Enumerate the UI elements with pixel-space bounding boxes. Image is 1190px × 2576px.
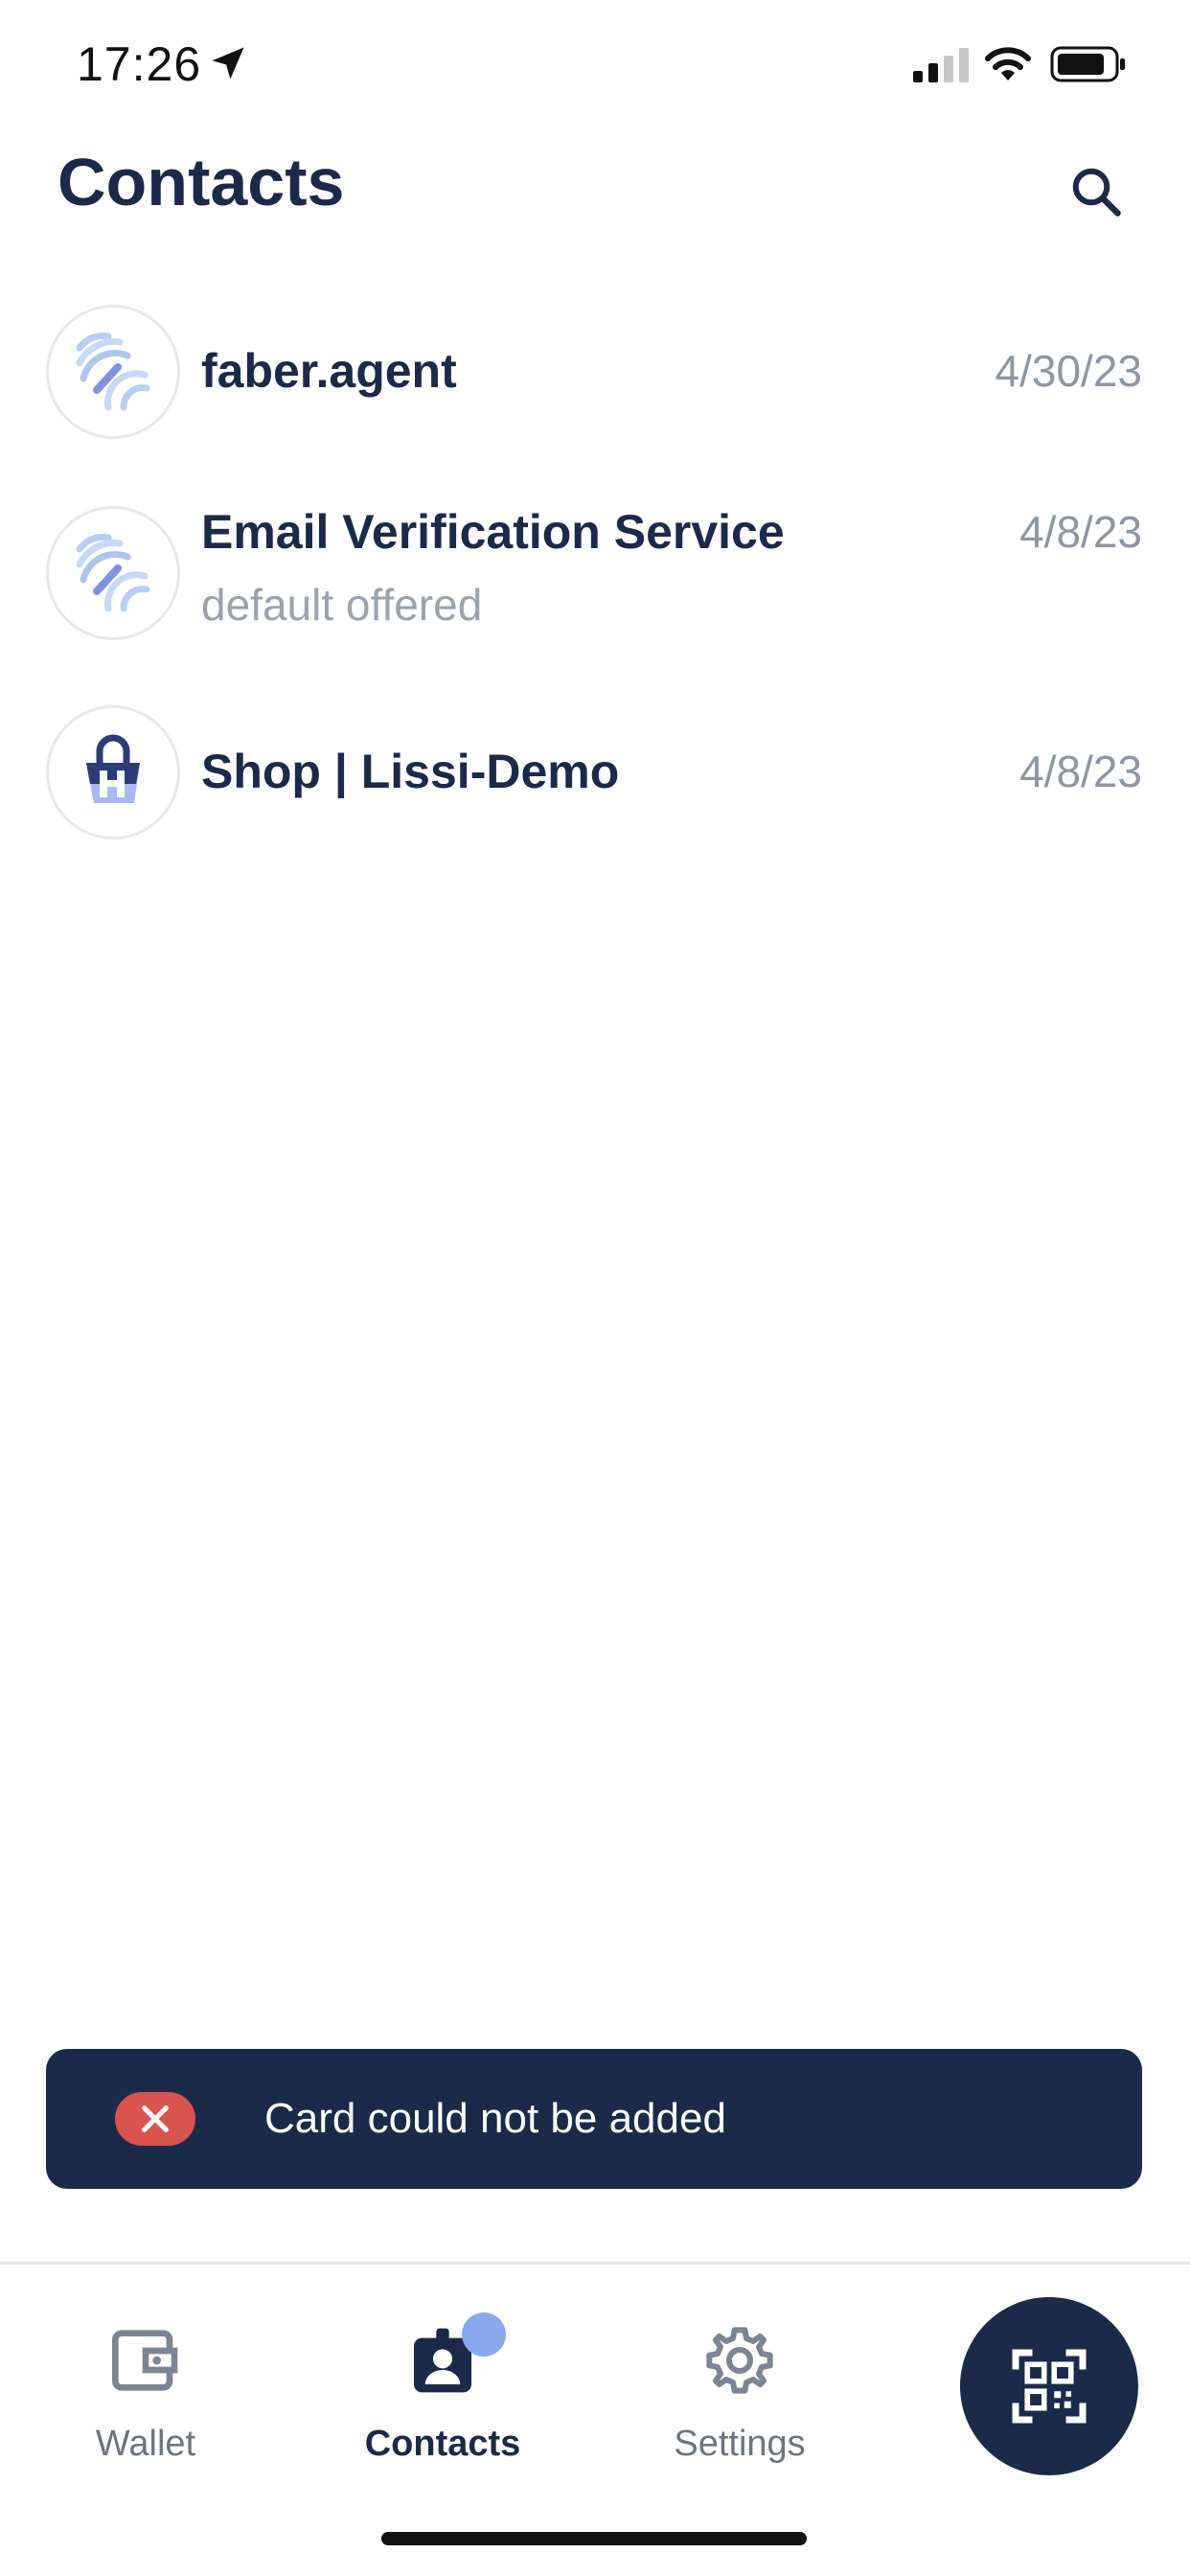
tab-settings[interactable]: Settings <box>625 2322 855 2495</box>
wallet-icon <box>112 2330 178 2391</box>
contacts-screen: 17:26 Contacts faber.agent 4/30/23 Email… <box>0 0 1190 2576</box>
contact-name: Shop | Lissi-Demo <box>201 745 620 798</box>
tab-label: Contacts <box>364 2424 521 2464</box>
cellular-signal-icon <box>913 48 969 82</box>
error-badge <box>115 2092 195 2146</box>
error-toast: Card could not be added <box>46 2049 1142 2189</box>
tab-bar: Wallet Contacts Settings <box>0 2262 1190 2576</box>
close-icon <box>142 2105 169 2132</box>
status-bar: 17:26 <box>0 0 1190 134</box>
wifi-icon <box>985 47 1031 80</box>
contact-subtitle: default offered <box>201 580 483 630</box>
avatar <box>46 705 180 840</box>
gear-icon <box>706 2327 773 2394</box>
search-button[interactable] <box>1062 157 1131 226</box>
tab-label: Settings <box>674 2424 806 2464</box>
scan-qr-button[interactable] <box>960 2297 1138 2475</box>
tab-contacts[interactable]: Contacts <box>328 2312 558 2495</box>
location-arrow-icon <box>212 47 244 80</box>
search-icon <box>1072 168 1121 217</box>
agent-logo-icon <box>76 333 150 411</box>
tab-label: Wallet <box>95 2424 196 2464</box>
contact-row-email-verification[interactable]: Email Verification Service default offer… <box>0 505 1190 659</box>
notification-badge <box>462 2312 506 2357</box>
agent-logo-icon <box>76 534 150 612</box>
contact-row-faber-agent[interactable]: faber.agent 4/30/23 <box>0 305 1190 458</box>
battery-icon <box>1050 46 1125 82</box>
page-title: Contacts <box>57 145 345 219</box>
contact-date: 4/8/23 <box>1019 507 1142 557</box>
status-time: 17:26 <box>77 37 202 91</box>
contact-date: 4/30/23 <box>995 346 1142 396</box>
tab-wallet[interactable]: Wallet <box>31 2322 261 2495</box>
home-indicator <box>381 2532 807 2545</box>
qr-scan-icon <box>1012 2349 1087 2424</box>
contact-date: 4/8/23 <box>1019 747 1142 796</box>
shopping-basket-icon <box>86 734 140 803</box>
toast-message: Card could not be added <box>264 2095 726 2142</box>
avatar <box>46 305 180 439</box>
contact-name: faber.agent <box>201 344 457 398</box>
avatar <box>46 506 180 640</box>
contact-name: Email Verification Service <box>201 505 785 559</box>
contact-row-shop-lissi[interactable]: Shop | Lissi-Demo 4/8/23 <box>0 705 1190 859</box>
